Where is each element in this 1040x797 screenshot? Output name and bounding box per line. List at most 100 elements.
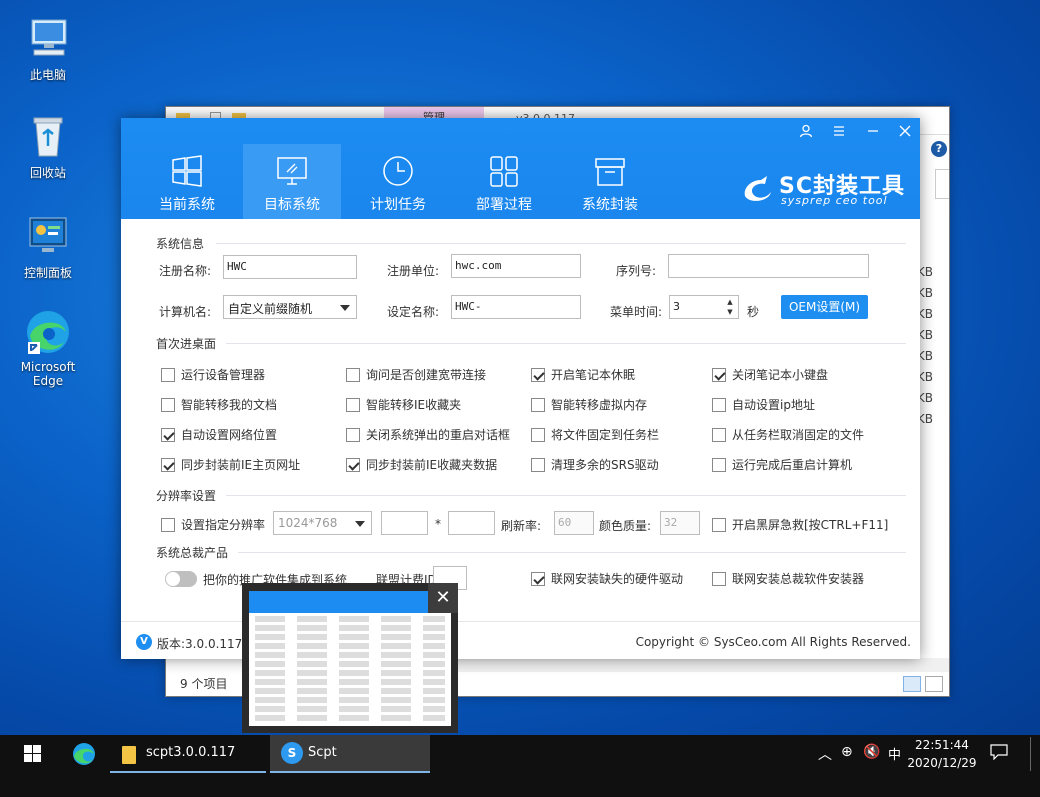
volume-muted-icon[interactable]: 🔇 <box>863 744 880 760</box>
checkbox[interactable] <box>531 571 545 586</box>
first-desktop-option[interactable]: 关闭笔记本小键盘 <box>712 366 828 383</box>
first-desktop-option[interactable]: 自动设置网络位置 <box>161 426 277 443</box>
grid-icon <box>487 154 521 188</box>
oem-settings-button[interactable]: OEM设置(M) <box>781 295 868 319</box>
online-driver-checkbox[interactable]: 联网安装缺失的硬件驱动 <box>531 570 683 587</box>
app-footer: V 版本:3.0.0.117 [M Copyright © SysCeo.com… <box>121 621 920 659</box>
online-installer-checkbox[interactable]: 联网安装总裁软件安装器 <box>712 570 864 587</box>
desktop-icon-label: 控制面板 <box>23 266 72 280</box>
first-desktop-option[interactable]: 关闭系统弹出的重启对话框 <box>346 426 510 443</box>
clock[interactable]: 22:51:44 2020/12/29 <box>902 736 982 772</box>
first-desktop-option[interactable]: 智能转移虚拟内存 <box>531 396 647 413</box>
checkbox[interactable] <box>712 517 726 532</box>
first-desktop-option[interactable]: 自动设置ip地址 <box>712 396 815 413</box>
first-desktop-option[interactable]: 同步封装前IE收藏夹数据 <box>346 456 497 473</box>
thumbnail-image[interactable] <box>249 591 451 726</box>
checkbox[interactable] <box>712 397 726 412</box>
desktop-icon-edge[interactable]: Microsoft Edge <box>8 308 88 388</box>
version-icon: V <box>136 634 152 650</box>
help-icon[interactable]: ? <box>931 141 947 157</box>
edge-icon <box>73 743 95 765</box>
user-icon[interactable] <box>794 124 818 144</box>
notification-icon[interactable] <box>990 744 1008 764</box>
first-desktop-option[interactable]: 运行完成后重启计算机 <box>712 456 852 473</box>
checkbox[interactable] <box>712 427 726 442</box>
set-name-input[interactable]: HWC- <box>451 295 581 319</box>
checkbox[interactable] <box>712 457 726 472</box>
first-desktop-option[interactable]: 智能转移我的文档 <box>161 396 277 413</box>
blackscreen-rescue-checkbox[interactable]: 开启黑屏急救[按CTRL+F11] <box>712 516 888 533</box>
large-icons-view-icon[interactable] <box>925 676 943 692</box>
checkbox[interactable] <box>531 457 545 472</box>
resolution-select[interactable]: 1024*768 <box>273 511 372 535</box>
menu-time-spinner[interactable]: 3 ▲ ▼ <box>669 295 739 319</box>
checkbox[interactable] <box>161 517 175 532</box>
reg-name-input[interactable]: HWC <box>223 255 357 279</box>
clock-icon <box>381 154 415 188</box>
first-desktop-option[interactable]: 开启笔记本休眠 <box>531 366 635 383</box>
first-desktop-option[interactable]: 运行设备管理器 <box>161 366 265 383</box>
close-icon[interactable] <box>893 124 917 144</box>
details-view-icon[interactable] <box>903 676 921 692</box>
ime-indicator[interactable]: 中 <box>888 744 901 763</box>
computer-icon <box>24 14 72 62</box>
divider <box>216 243 906 244</box>
first-desktop-option[interactable]: 将文件固定到任务栏 <box>531 426 659 443</box>
desktop-icon-recycle-bin[interactable]: 回收站 <box>8 112 88 181</box>
checkbox[interactable] <box>346 427 360 442</box>
first-desktop-option[interactable]: 从任务栏取消固定的文件 <box>712 426 864 443</box>
checkbox[interactable] <box>712 571 726 586</box>
checkbox[interactable] <box>346 457 360 472</box>
taskbar-edge[interactable] <box>62 735 106 773</box>
chevron-down-icon <box>340 305 350 311</box>
checkbox[interactable] <box>531 427 545 442</box>
taskbar-scpt-app[interactable]: S Scpt <box>270 735 430 773</box>
checkbox[interactable] <box>712 367 726 382</box>
tab-target-system[interactable]: 目标系统 <box>243 144 341 219</box>
first-desktop-option[interactable]: 同步封装前IE主页网址 <box>161 456 300 473</box>
desktop-icon-this-pc[interactable]: 此电脑 <box>8 14 88 83</box>
start-button[interactable] <box>0 735 62 773</box>
spinner-arrows-icon[interactable]: ▲ ▼ <box>724 297 736 317</box>
serial-input[interactable] <box>668 254 869 278</box>
search-box[interactable] <box>935 169 949 199</box>
thumbnail-close-icon[interactable]: ✕ <box>428 583 458 613</box>
desktop-icon-control-panel[interactable]: 控制面板 <box>8 212 88 281</box>
taskbar-explorer-scpt[interactable]: scpt3.0.0.117 <box>110 735 266 773</box>
color-quality-input[interactable]: 32 <box>660 511 700 535</box>
tab-scheduled-tasks[interactable]: 计划任务 <box>349 144 447 219</box>
tab-current-system[interactable]: 当前系统 <box>138 144 236 219</box>
checkbox[interactable] <box>161 427 175 442</box>
checkbox[interactable] <box>531 397 545 412</box>
first-desktop-option[interactable]: 询问是否创建宽带连接 <box>346 366 486 383</box>
checkbox[interactable] <box>346 367 360 382</box>
set-resolution-checkbox[interactable]: 设置指定分辨率 <box>161 516 265 533</box>
show-desktop-button[interactable] <box>1030 737 1031 771</box>
minimize-icon[interactable] <box>861 124 885 144</box>
menu-time-label: 菜单时间: <box>610 305 663 319</box>
checkbox[interactable] <box>531 367 545 382</box>
first-desktop-option[interactable]: 智能转移IE收藏夹 <box>346 396 461 413</box>
tab-system-package[interactable]: 系统封装 <box>561 144 659 219</box>
promo-toggle[interactable] <box>165 571 197 587</box>
taskbar-thumbnail-preview[interactable]: ✕ <box>242 583 458 733</box>
reg-org-input[interactable]: hwc.com <box>451 254 581 278</box>
checkbox[interactable] <box>161 397 175 412</box>
folder-icon <box>122 746 136 764</box>
computer-name-select[interactable]: 自定义前缀随机 <box>223 295 357 319</box>
menu-icon[interactable] <box>827 124 851 144</box>
checkbox[interactable] <box>161 367 175 382</box>
computer-name-label: 计算机名: <box>159 305 212 319</box>
resolution-width-input[interactable] <box>381 511 428 535</box>
sc-app-icon: S <box>281 742 303 764</box>
desktop-icon-label: 此电脑 <box>29 68 66 82</box>
first-desktop-option[interactable]: 清理多余的SRS驱动 <box>531 456 659 473</box>
refresh-input[interactable]: 60 <box>554 511 594 535</box>
serial-label: 序列号: <box>616 264 657 278</box>
checkbox[interactable] <box>346 397 360 412</box>
tab-deploy-process[interactable]: 部署过程 <box>455 144 553 219</box>
network-icon[interactable]: ⊕ <box>841 744 853 760</box>
checkbox[interactable] <box>161 457 175 472</box>
resolution-height-input[interactable] <box>448 511 495 535</box>
chevron-up-icon[interactable]: ︿ <box>818 744 832 764</box>
